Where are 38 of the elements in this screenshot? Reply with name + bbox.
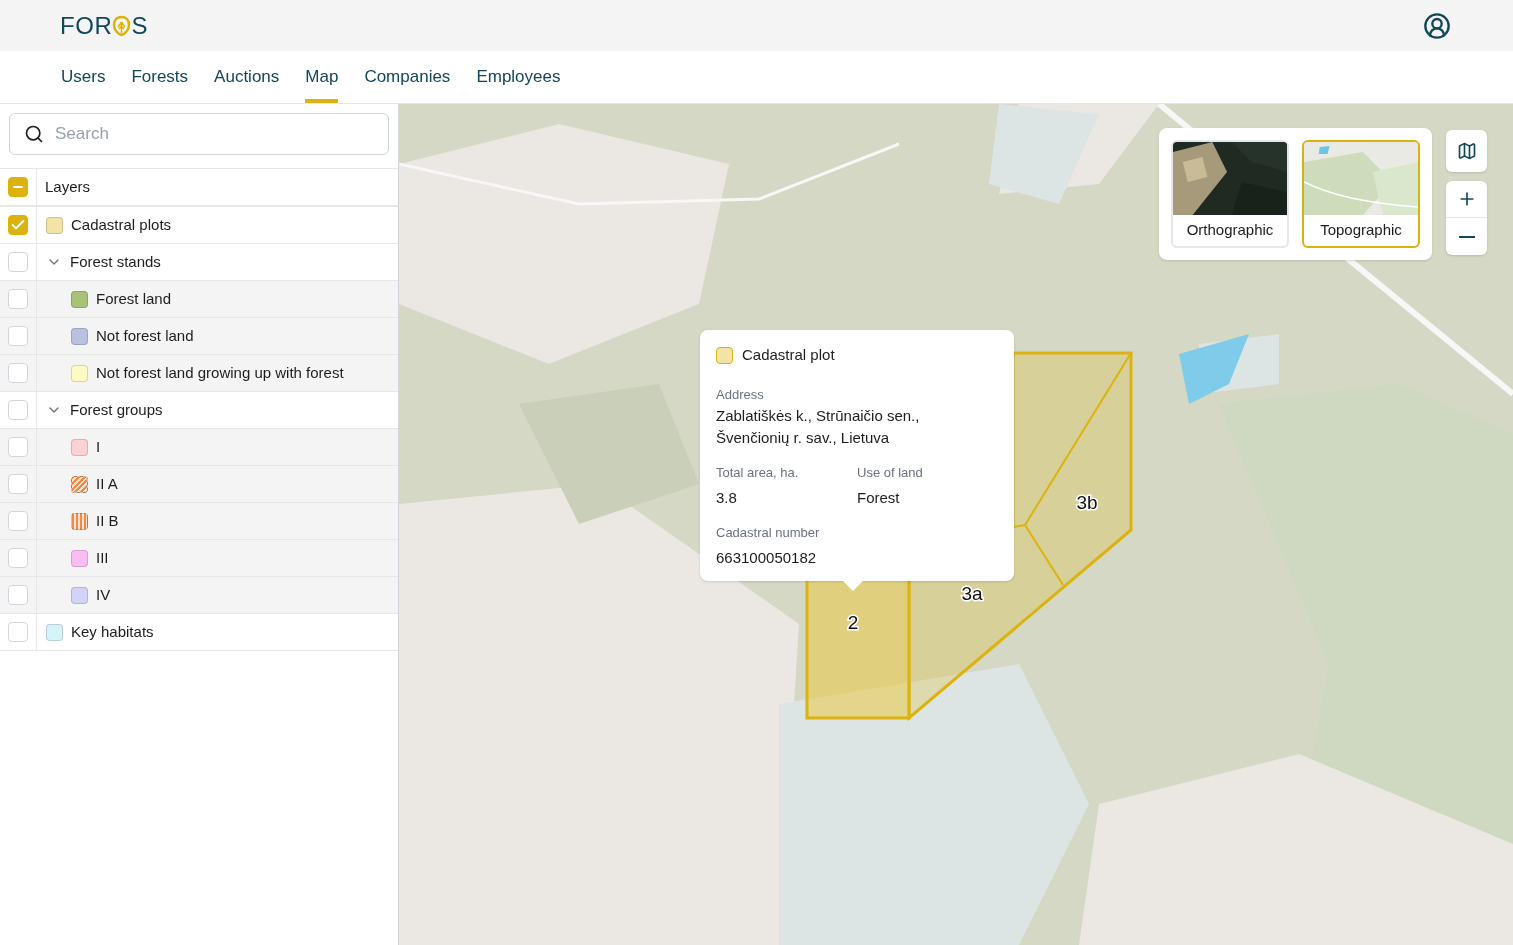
layer-label: Cadastral plots [71, 214, 172, 235]
layer-label: III [96, 547, 109, 568]
layer-label: IV [96, 584, 111, 605]
checkbox[interactable] [8, 548, 28, 568]
nav-tab[interactable]: Companies [364, 51, 451, 103]
checkbox[interactable] [8, 474, 28, 494]
layer-label: Forest stands [70, 251, 161, 272]
checkbox[interactable] [8, 326, 28, 346]
nav-tab[interactable]: Map [305, 51, 339, 103]
checkbox[interactable] [8, 400, 28, 420]
nav-tab[interactable]: Forests [131, 51, 189, 103]
checkbox[interactable] [8, 511, 28, 531]
layer-label: Not forest land growing up with forest [96, 362, 344, 383]
search-field[interactable]: Search [9, 113, 389, 155]
checkbox[interactable] [8, 177, 28, 197]
layer-label: II B [96, 510, 119, 531]
checkbox[interactable] [8, 585, 28, 605]
layer-label: Forest land [96, 288, 172, 309]
layer-label: Key habitats [71, 621, 154, 642]
minus-icon [13, 186, 23, 188]
checkbox[interactable] [8, 437, 28, 457]
search-icon [24, 124, 44, 144]
tree-logo-icon [112, 14, 132, 37]
nav-tab[interactable]: Users [61, 51, 106, 103]
logo[interactable]: FOR S [60, 7, 149, 44]
user-icon[interactable] [1423, 11, 1451, 40]
nav-tab[interactable]: Employees [476, 51, 561, 103]
checkbox[interactable] [8, 252, 28, 272]
layer-label: I [96, 436, 101, 457]
layers-heading: Layers [44, 176, 91, 197]
checkbox[interactable] [8, 622, 28, 642]
nav-tab[interactable]: Auctions [214, 51, 280, 103]
checkbox[interactable] [8, 363, 28, 383]
layer-label: II A [96, 473, 118, 494]
checkbox[interactable] [8, 215, 28, 235]
layer-label: Not forest land [96, 325, 194, 346]
layer-label: Forest groups [70, 399, 163, 420]
checkbox[interactable] [8, 289, 28, 309]
